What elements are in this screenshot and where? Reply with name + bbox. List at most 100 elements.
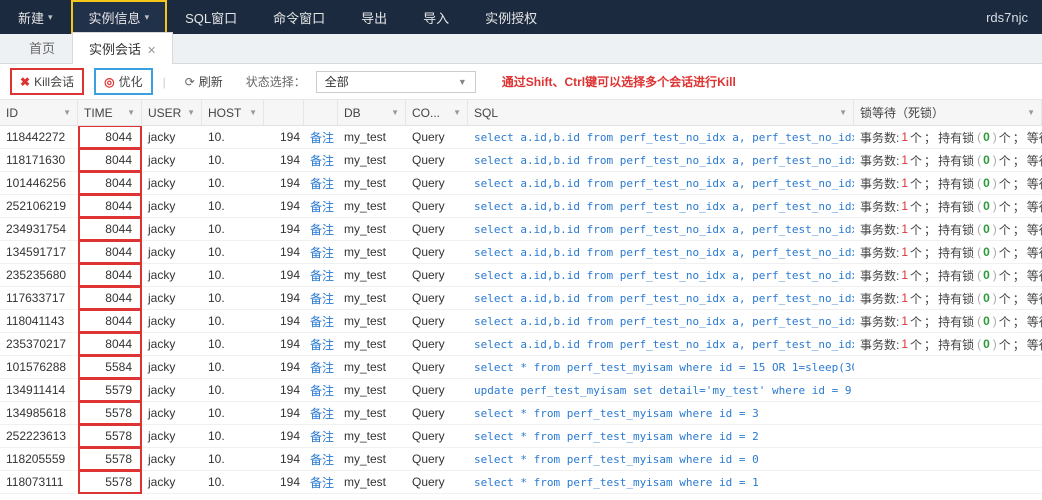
menu-item-3[interactable]: 命令窗口 bbox=[255, 0, 343, 34]
cell-id: 252106219 bbox=[0, 195, 78, 217]
menu-item-4[interactable]: 导出 bbox=[343, 0, 405, 34]
menu-item-0[interactable]: 新建▾ bbox=[0, 0, 71, 34]
col-lock[interactable]: 锁等待（死锁）▼ bbox=[854, 100, 1042, 125]
tab-0[interactable]: 首页 bbox=[12, 31, 72, 63]
cell-note: 备注 bbox=[304, 425, 338, 447]
note-link[interactable]: 备注 bbox=[310, 129, 334, 146]
col-port[interactable] bbox=[264, 100, 304, 125]
close-icon: ✖ bbox=[20, 75, 30, 89]
note-link[interactable]: 备注 bbox=[310, 221, 334, 238]
note-link[interactable]: 备注 bbox=[310, 198, 334, 215]
table-row[interactable]: 1015762885584jacky10.194备注my_testQueryse… bbox=[0, 356, 1042, 379]
cell-lock: 事务数:1个；持有锁(0)个；等待锁(0)个 bbox=[854, 264, 1042, 286]
cell-cmd: Query bbox=[406, 471, 468, 493]
col-user[interactable]: USER▼ bbox=[142, 100, 202, 125]
cell-id: 101446256 bbox=[0, 172, 78, 194]
refresh-icon: ⟳ bbox=[185, 75, 195, 89]
hint-text: 通过Shift、Ctrl键可以选择多个会话进行Kill bbox=[502, 73, 736, 90]
cell-lock: 事务数:1个；持有锁(0)个；等待锁(0)个 bbox=[854, 126, 1042, 148]
cell-sql: select a.id,b.id from perf_test_no_idx a… bbox=[468, 241, 854, 263]
cell-port: 194 bbox=[264, 379, 304, 401]
optimize-button[interactable]: ◎ 优化 bbox=[94, 68, 153, 95]
cell-cmd: Query bbox=[406, 333, 468, 355]
menu-item-1[interactable]: 实例信息▾ bbox=[71, 0, 168, 34]
col-host[interactable]: HOST▼ bbox=[202, 100, 264, 125]
cell-db: my_test bbox=[338, 195, 406, 217]
chevron-down-icon: ▼ bbox=[391, 108, 399, 117]
table-row[interactable]: 2521062198044jacky10.194备注my_testQueryse… bbox=[0, 195, 1042, 218]
cell-time: 8044 bbox=[78, 240, 142, 264]
note-link[interactable]: 备注 bbox=[310, 359, 334, 376]
table-row[interactable]: 1184422728044jacky10.194备注my_testQueryse… bbox=[0, 126, 1042, 149]
cell-cmd: Query bbox=[406, 218, 468, 240]
col-db[interactable]: DB▼ bbox=[338, 100, 406, 125]
cell-host: 10. bbox=[202, 310, 264, 332]
cell-port: 194 bbox=[264, 149, 304, 171]
cell-port: 194 bbox=[264, 402, 304, 424]
chevron-down-icon: ▼ bbox=[63, 108, 71, 117]
cell-lock: 事务数:1个；持有锁(0)个；等待锁(0)个 bbox=[854, 333, 1042, 355]
note-link[interactable]: 备注 bbox=[310, 313, 334, 330]
table-row[interactable]: 1181716308044jacky10.194备注my_testQueryse… bbox=[0, 149, 1042, 172]
kill-session-button[interactable]: ✖ Kill会话 bbox=[10, 68, 84, 95]
cell-id: 134985618 bbox=[0, 402, 78, 424]
table-row[interactable]: 1180411438044jacky10.194备注my_testQueryse… bbox=[0, 310, 1042, 333]
table-row[interactable]: 1349114145579jacky10.194备注my_testQueryup… bbox=[0, 379, 1042, 402]
status-select[interactable]: 全部 ▼ bbox=[316, 71, 476, 93]
cell-user: jacky bbox=[142, 149, 202, 171]
refresh-label: 刷新 bbox=[199, 73, 223, 90]
cell-port: 194 bbox=[264, 471, 304, 493]
note-link[interactable]: 备注 bbox=[310, 451, 334, 468]
note-link[interactable]: 备注 bbox=[310, 336, 334, 353]
note-link[interactable]: 备注 bbox=[310, 290, 334, 307]
menu-item-5[interactable]: 导入 bbox=[405, 0, 467, 34]
table-row[interactable]: 1182055595578jacky10.194备注my_testQueryse… bbox=[0, 448, 1042, 471]
cell-host: 10. bbox=[202, 356, 264, 378]
cell-user: jacky bbox=[142, 379, 202, 401]
cell-port: 194 bbox=[264, 172, 304, 194]
col-note[interactable] bbox=[304, 100, 338, 125]
note-link[interactable]: 备注 bbox=[310, 244, 334, 261]
note-link[interactable]: 备注 bbox=[310, 405, 334, 422]
cell-port: 194 bbox=[264, 195, 304, 217]
table-row[interactable]: 2353702178044jacky10.194备注my_testQueryse… bbox=[0, 333, 1042, 356]
table-row[interactable]: 2522236135578jacky10.194备注my_testQueryse… bbox=[0, 425, 1042, 448]
note-link[interactable]: 备注 bbox=[310, 428, 334, 445]
cell-time: 8044 bbox=[78, 332, 142, 356]
col-time[interactable]: TIME▼ bbox=[78, 100, 142, 125]
note-link[interactable]: 备注 bbox=[310, 474, 334, 491]
menu-item-6[interactable]: 实例授权 bbox=[467, 0, 555, 34]
table-row[interactable]: 1345917178044jacky10.194备注my_testQueryse… bbox=[0, 241, 1042, 264]
cell-lock: 事务数:1个；持有锁(0)个；等待锁(0)个 bbox=[854, 218, 1042, 240]
note-link[interactable]: 备注 bbox=[310, 175, 334, 192]
cell-id: 101576288 bbox=[0, 356, 78, 378]
cell-host: 10. bbox=[202, 195, 264, 217]
table-row[interactable]: 2352356808044jacky10.194备注my_testQueryse… bbox=[0, 264, 1042, 287]
refresh-button[interactable]: ⟳ 刷新 bbox=[176, 69, 232, 94]
close-icon[interactable]: ✕ bbox=[147, 45, 156, 57]
note-link[interactable]: 备注 bbox=[310, 382, 334, 399]
cell-sql: select a.id,b.id from perf_test_no_idx a… bbox=[468, 333, 854, 355]
note-link[interactable]: 备注 bbox=[310, 267, 334, 284]
cell-id: 118171630 bbox=[0, 149, 78, 171]
chevron-down-icon: ▼ bbox=[1027, 108, 1035, 117]
tab-1[interactable]: 实例会话✕ bbox=[72, 32, 173, 64]
separator: | bbox=[163, 75, 166, 89]
col-id[interactable]: ID▼ bbox=[0, 100, 78, 125]
table-row[interactable]: 2349317548044jacky10.194备注my_testQueryse… bbox=[0, 218, 1042, 241]
cell-host: 10. bbox=[202, 333, 264, 355]
cell-lock bbox=[854, 356, 1042, 378]
chevron-down-icon: ▼ bbox=[458, 77, 467, 87]
table-row[interactable]: 1349856185578jacky10.194备注my_testQueryse… bbox=[0, 402, 1042, 425]
cell-id: 252223613 bbox=[0, 425, 78, 447]
cell-host: 10. bbox=[202, 379, 264, 401]
cell-id: 118041143 bbox=[0, 310, 78, 332]
table-row[interactable]: 1014462568044jacky10.194备注my_testQueryse… bbox=[0, 172, 1042, 195]
menu-item-2[interactable]: SQL窗口 bbox=[167, 0, 255, 34]
grid-header: ID▼ TIME▼ USER▼ HOST▼ DB▼ CO...▼ SQL▼ 锁等… bbox=[0, 100, 1042, 126]
table-row[interactable]: 1180731115578jacky10.194备注my_testQueryse… bbox=[0, 471, 1042, 494]
col-cmd[interactable]: CO...▼ bbox=[406, 100, 468, 125]
table-row[interactable]: 1176337178044jacky10.194备注my_testQueryse… bbox=[0, 287, 1042, 310]
col-sql[interactable]: SQL▼ bbox=[468, 100, 854, 125]
note-link[interactable]: 备注 bbox=[310, 152, 334, 169]
